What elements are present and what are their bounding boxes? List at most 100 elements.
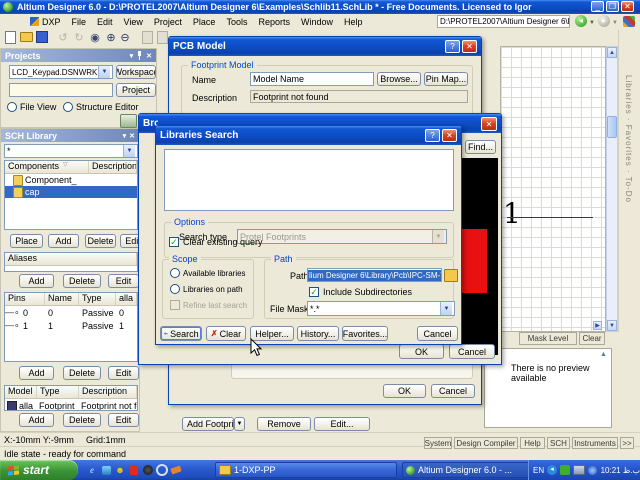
component-row[interactable]: Component_ <box>5 174 137 186</box>
preview-scroll-up-icon[interactable]: ▲ <box>600 351 607 358</box>
tray-back-icon[interactable]: ◂ <box>547 465 557 475</box>
cancel-button[interactable]: Cancel <box>449 344 495 359</box>
scroll-up-icon[interactable]: ▲ <box>607 47 617 58</box>
forward-button[interactable]: ▸ <box>598 15 610 27</box>
close-icon[interactable]: ✕ <box>462 40 477 53</box>
open-icon[interactable] <box>19 30 33 44</box>
new-document-icon[interactable] <box>3 30 17 44</box>
components-column-header[interactable]: Components ▽ <box>5 161 89 173</box>
edit-footprint-button[interactable]: Edit... <box>314 417 370 431</box>
view-area-icon[interactable]: ◉ <box>88 30 102 44</box>
save-icon[interactable] <box>35 30 49 44</box>
close-icon[interactable]: ✕ <box>481 116 497 131</box>
sch-library-header[interactable]: SCH Library ▾ ✕ <box>1 129 139 142</box>
edit-alias-button[interactable]: Edit <box>108 274 139 288</box>
panel-close-icon[interactable]: ✕ <box>129 132 135 140</box>
file-mask-combobox[interactable]: *.* ▼ <box>307 301 455 316</box>
tray-green-icon[interactable] <box>559 465 570 475</box>
component-row-selected[interactable]: cap <box>5 186 137 198</box>
delete-pin-button[interactable]: Delete <box>63 366 101 380</box>
redo-icon[interactable]: ↻ <box>72 30 86 44</box>
file-view-radio[interactable]: File View <box>7 102 56 112</box>
schematic-preview[interactable]: 1 <box>500 46 606 332</box>
filter-icon[interactable] <box>155 30 169 44</box>
help-panels-button[interactable]: Help <box>520 437 545 449</box>
ok-button[interactable]: OK <box>399 344 444 359</box>
edit-model-button[interactable]: Edit <box>108 413 139 427</box>
mask-level-button[interactable]: Mask Level <box>519 332 577 345</box>
tray-network-icon[interactable] <box>572 465 585 475</box>
find-button[interactable]: Find... <box>465 140 496 154</box>
search-button[interactable]: ⌁ Search <box>160 326 202 341</box>
libraries-on-path-radio[interactable]: Libraries on path <box>170 284 243 294</box>
help-icon[interactable]: ? <box>425 129 440 142</box>
path-input[interactable]: lium Designer 6\Library\Pcb\IPC-SM-782 <box>307 268 442 282</box>
panel-menu-icon[interactable]: ▾ <box>123 132 127 140</box>
clear-existing-checkbox[interactable]: ✓ Clear existing query <box>169 237 263 247</box>
pin-row[interactable]: —∘ 0 0 Passive 0 <box>5 306 137 319</box>
design-compiler-panels-button[interactable]: Design Compiler <box>454 437 518 449</box>
menu-place[interactable]: Place <box>193 17 216 27</box>
back-button[interactable]: ◂ <box>575 15 587 27</box>
include-subdirectories-checkbox[interactable]: ✓ Include Subdirectories <box>309 287 412 297</box>
more-panels-button[interactable]: >> <box>620 437 634 449</box>
start-button[interactable]: start <box>0 460 78 480</box>
menu-window[interactable]: Window <box>301 17 333 27</box>
menu-view[interactable]: View <box>124 17 143 27</box>
pin-icon[interactable] <box>136 51 143 60</box>
file-mask-dropdown-icon[interactable]: ▼ <box>440 302 452 315</box>
help-icon[interactable]: ? <box>445 40 460 53</box>
history-button[interactable]: History... <box>297 326 339 341</box>
workspace-combobox[interactable]: LCD_Keypad.DSNWRK ▼ <box>9 65 113 79</box>
pcb-model-titlebar[interactable]: PCB Model ? ✕ <box>169 37 481 56</box>
workspace-dropdown-icon[interactable]: ▼ <box>98 66 110 78</box>
add-pin-button[interactable]: Add <box>19 366 54 380</box>
description-column-header[interactable]: Description <box>89 161 137 173</box>
menu-file[interactable]: File <box>72 17 87 27</box>
minimize-button[interactable]: _ <box>591 1 604 12</box>
pins-name-header[interactable]: Name <box>45 293 79 305</box>
taskbar-item-folder[interactable]: 1-DXP-PP <box>215 462 397 478</box>
hscroll-right-icon[interactable]: ▶ <box>593 321 602 330</box>
pin-map-button[interactable]: Pin Map... <box>424 72 468 86</box>
docs-icon[interactable] <box>120 114 137 128</box>
delete-alias-button[interactable]: Delete <box>63 274 101 288</box>
smiley-app-icon[interactable]: ☻ <box>114 464 126 476</box>
close-icon[interactable]: ✕ <box>442 129 457 142</box>
query-editor[interactable] <box>164 149 454 211</box>
model-name-input[interactable]: Model Name <box>250 72 374 86</box>
add-model-button[interactable]: Add <box>19 413 54 427</box>
zoom-in-icon[interactable]: ⊕ <box>104 30 118 44</box>
red-app-icon[interactable] <box>128 464 140 476</box>
favorites-button[interactable]: Favorites... <box>342 326 388 341</box>
pins-type-header[interactable]: Type <box>79 293 116 305</box>
vscroll-thumb[interactable] <box>607 116 617 138</box>
pin-row[interactable]: —∘ 1 1 Passive 1 <box>5 319 137 332</box>
model-col-header[interactable]: Model <box>5 386 37 398</box>
clear-mask-button[interactable]: Clear <box>579 332 605 345</box>
project-button[interactable]: Project <box>116 83 156 97</box>
messenger-icon[interactable] <box>100 464 112 476</box>
undo-icon[interactable]: ↺ <box>56 30 70 44</box>
side-panel-tabs[interactable]: Libraries · Favorites · To-Do <box>624 75 633 203</box>
model-row[interactable]: alla Footprint Footprint not found <box>5 399 137 410</box>
add-alias-button[interactable]: Add <box>19 274 54 288</box>
close-button[interactable]: ✕ <box>621 1 634 12</box>
menu-reports[interactable]: Reports <box>258 17 290 27</box>
model-desc-header[interactable]: Description <box>79 386 137 398</box>
system-panels-button[interactable]: System <box>424 437 452 449</box>
tray-round-icon[interactable] <box>587 465 597 475</box>
component-filter-combobox[interactable]: * ▼ <box>4 144 138 158</box>
menu-edit[interactable]: Edit <box>97 17 113 27</box>
model-type-header[interactable]: Type <box>37 386 79 398</box>
add-footprint-dropdown-icon[interactable]: ▼ <box>234 417 245 431</box>
libraries-search-titlebar[interactable]: Libraries Search ? ✕ <box>156 126 461 145</box>
delete-model-button[interactable]: Delete <box>63 413 101 427</box>
menu-help[interactable]: Help <box>344 17 363 27</box>
orange-tool-icon[interactable] <box>170 464 182 476</box>
delete-component-button[interactable]: Delete <box>85 234 116 248</box>
cancel-button[interactable]: Cancel <box>431 384 475 398</box>
cancel-button[interactable]: Cancel <box>417 326 458 341</box>
back-dropdown-icon[interactable]: ▼ <box>589 20 595 26</box>
menu-dxp[interactable]: DXP <box>42 17 61 27</box>
